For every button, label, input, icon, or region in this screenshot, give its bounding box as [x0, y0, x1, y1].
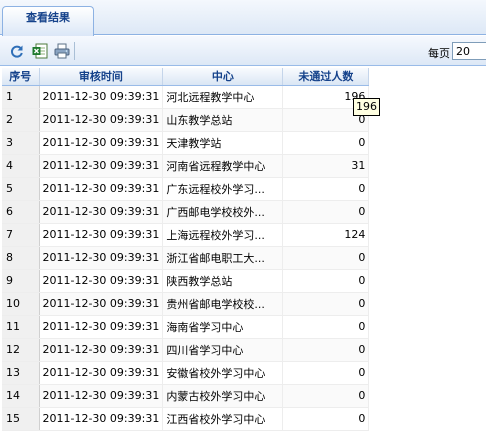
center-cell: 广西邮电学校校外... [162, 200, 284, 224]
center-cell: 河北远程教学中心 [162, 85, 284, 109]
table-row[interactable]: 4 2011-12-30 09:39:31 河南省远程教学中心 31 [2, 154, 370, 178]
center-cell: 贵州省邮电学校校... [162, 292, 284, 316]
row-number: 5 [2, 177, 40, 201]
row-number: 13 [2, 361, 40, 385]
grid-body: 1 2011-12-30 09:39:31 河北远程教学中心 196 2 2011-12… [2, 85, 370, 431]
audit-time-cell: 2011-12-30 09:39:31 [39, 384, 164, 408]
failed-count-cell: 0 [282, 315, 370, 339]
audit-time-cell: 2011-12-30 09:39:31 [39, 223, 164, 247]
audit-time-cell: 2011-12-30 09:39:31 [39, 407, 164, 431]
audit-time-cell: 2011-12-30 09:39:31 [39, 177, 164, 201]
table-row[interactable]: 2 2011-12-30 09:39:31 山东教学总站 0 [2, 108, 370, 132]
table-row[interactable]: 6 2011-12-30 09:39:31 广西邮电学校校外... 0 [2, 200, 370, 224]
center-cell: 广东远程校外学习... [162, 177, 284, 201]
page-size-input[interactable] [452, 42, 486, 60]
tab-results[interactable]: 查看结果 [2, 6, 94, 36]
table-row[interactable]: 8 2011-12-30 09:39:31 浙江省邮电职工大... 0 [2, 246, 370, 270]
print-icon[interactable] [54, 43, 70, 59]
failed-count-cell: 0 [282, 131, 370, 155]
audit-time-cell: 2011-12-30 09:39:31 [39, 200, 164, 224]
failed-count-cell: 0 [282, 292, 370, 316]
center-cell: 江西省校外学习中心 [162, 407, 284, 431]
center-cell: 安徽省校外学习中心 [162, 361, 284, 385]
audit-time-cell: 2011-12-30 09:39:31 [39, 246, 164, 270]
table-row[interactable]: 12 2011-12-30 09:39:31 四川省学习中心 0 [2, 338, 370, 362]
audit-time-cell: 2011-12-30 09:39:31 [39, 338, 164, 362]
center-cell: 天津教学站 [162, 131, 284, 155]
table-row[interactable]: 14 2011-12-30 09:39:31 内蒙古校外学习中心 0 [2, 384, 370, 408]
failed-count-cell: 0 [282, 338, 370, 362]
refresh-icon[interactable] [9, 43, 25, 59]
tab-strip: 查看结果 [0, 0, 486, 36]
table-row[interactable]: 11 2011-12-30 09:39:31 海南省学习中心 0 [2, 315, 370, 339]
table-row[interactable]: 9 2011-12-30 09:39:31 陕西教学总站 0 [2, 269, 370, 293]
table-row[interactable]: 5 2011-12-30 09:39:31 广东远程校外学习... 0 [2, 177, 370, 201]
failed-count-cell: 31 [282, 154, 370, 178]
failed-count-cell: 0 [282, 361, 370, 385]
center-cell: 上海远程校外学习... [162, 223, 284, 247]
table-row[interactable]: 13 2011-12-30 09:39:31 安徽省校外学习中心 0 [2, 361, 370, 385]
toolbar-separator [74, 42, 75, 60]
row-number: 12 [2, 338, 40, 362]
failed-count-cell: 0 [282, 269, 370, 293]
failed-count-cell: 0 [282, 200, 370, 224]
table-row[interactable]: 1 2011-12-30 09:39:31 河北远程教学中心 196 [2, 85, 370, 109]
column-header-seq[interactable]: 序号 [2, 68, 40, 86]
row-number: 6 [2, 200, 40, 224]
results-grid: 序号 审核时间 中心 未通过人数 1 2011-12-30 09:39:31 河北远… [2, 68, 370, 431]
audit-time-cell: 2011-12-30 09:39:31 [39, 269, 164, 293]
excel-export-icon[interactable] [32, 43, 48, 59]
audit-time-cell: 2011-12-30 09:39:31 [39, 292, 164, 316]
grid-toolbar: 每页 [0, 36, 486, 66]
center-cell: 山东教学总站 [162, 108, 284, 132]
audit-time-cell: 2011-12-30 09:39:31 [39, 131, 164, 155]
table-row[interactable]: 3 2011-12-30 09:39:31 天津教学站 0 [2, 131, 370, 155]
audit-time-cell: 2011-12-30 09:39:31 [39, 315, 164, 339]
row-number: 11 [2, 315, 40, 339]
table-row[interactable]: 7 2011-12-30 09:39:31 上海远程校外学习... 124 [2, 223, 370, 247]
failed-count-cell: 0 [282, 246, 370, 270]
row-number: 2 [2, 108, 40, 132]
center-cell: 内蒙古校外学习中心 [162, 384, 284, 408]
audit-time-cell: 2011-12-30 09:39:31 [39, 154, 164, 178]
failed-count-cell: 0 [282, 177, 370, 201]
column-header-audit-time[interactable]: 审核时间 [39, 68, 164, 86]
table-row[interactable]: 10 2011-12-30 09:39:31 贵州省邮电学校校... 0 [2, 292, 370, 316]
audit-time-cell: 2011-12-30 09:39:31 [39, 85, 164, 109]
column-header-center[interactable]: 中心 [162, 68, 284, 86]
row-number: 7 [2, 223, 40, 247]
failed-count-cell: 0 [282, 384, 370, 408]
table-row[interactable]: 15 2011-12-30 09:39:31 江西省校外学习中心 0 [2, 407, 370, 431]
row-number: 9 [2, 269, 40, 293]
center-cell: 浙江省邮电职工大... [162, 246, 284, 270]
row-number: 15 [2, 407, 40, 431]
column-header-failed-count[interactable]: 未通过人数 [282, 68, 370, 86]
row-number: 4 [2, 154, 40, 178]
audit-time-cell: 2011-12-30 09:39:31 [39, 108, 164, 132]
failed-count-cell: 0 [282, 407, 370, 431]
row-number: 3 [2, 131, 40, 155]
row-number: 1 [2, 85, 40, 109]
row-number: 14 [2, 384, 40, 408]
center-cell: 四川省学习中心 [162, 338, 284, 362]
row-number: 8 [2, 246, 40, 270]
center-cell: 河南省远程教学中心 [162, 154, 284, 178]
center-cell: 陕西教学总站 [162, 269, 284, 293]
audit-time-cell: 2011-12-30 09:39:31 [39, 361, 164, 385]
cell-tooltip: 196 [353, 98, 380, 116]
page-size-label: 每页 [428, 47, 450, 60]
center-cell: 海南省学习中心 [162, 315, 284, 339]
failed-count-cell: 124 [282, 223, 370, 247]
row-number: 10 [2, 292, 40, 316]
